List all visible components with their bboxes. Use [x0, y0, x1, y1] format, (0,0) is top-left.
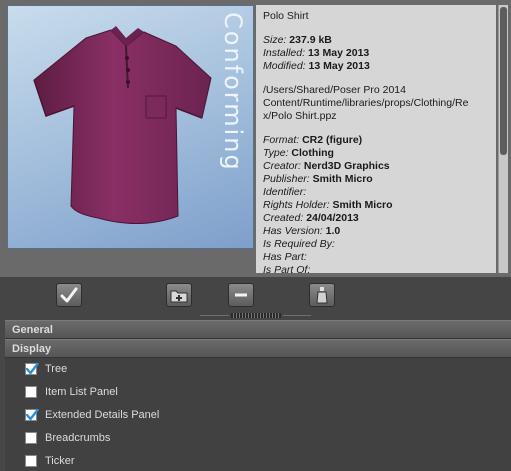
size-row: Size: 237.9 kB [263, 34, 332, 46]
part-of-row: Is Part Of: [263, 264, 311, 273]
option-label: Breadcrumbs [45, 432, 111, 444]
apply-button[interactable] [56, 283, 82, 307]
required-by-row: Is Required By: [263, 238, 335, 250]
file-path-line: /Users/Shared/Poser Pro 2014 [263, 84, 406, 96]
file-path-line: x/Polo Shirt.ppz [263, 110, 337, 122]
rights-holder-row: Rights Holder: Smith Micro [263, 199, 393, 211]
option-ticker[interactable]: Ticker [5, 450, 511, 471]
installed-row: Installed: 13 May 2013 [263, 47, 370, 59]
checkmark-icon [25, 362, 39, 375]
library-options-button[interactable] [309, 283, 335, 307]
bottle-icon [316, 287, 328, 304]
created-row: Created: 24/04/2013 [263, 212, 359, 224]
add-to-library-button[interactable] [166, 283, 192, 307]
section-general[interactable]: General [5, 320, 511, 339]
breadcrumbs-checkbox[interactable] [25, 432, 37, 444]
file-path-line: Content/Runtime/libraries/props/Clothing… [263, 97, 469, 109]
item-details: Polo Shirt Size: 237.9 kB Installed: 13 … [256, 5, 496, 273]
checkmark-icon [60, 287, 78, 303]
tree-checkbox[interactable] [25, 362, 39, 375]
publisher-row: Publisher: Smith Micro [263, 173, 373, 185]
panel-resize-grip[interactable] [200, 313, 311, 318]
thumbnail-preview: Conforming [7, 5, 254, 249]
item-list-panel-checkbox[interactable] [25, 386, 37, 398]
format-row: Format: CR2 (figure) [263, 134, 363, 146]
modified-row: Modified: 13 May 2013 [263, 60, 370, 72]
preview-category-label: Conforming [219, 12, 247, 172]
option-tree[interactable]: Tree [5, 358, 511, 381]
option-label: Tree [45, 363, 68, 375]
identifier-row: Identifier: [263, 186, 307, 198]
has-part-row: Has Part: [263, 251, 307, 263]
polo-shirt-image [33, 26, 212, 224]
item-name: Polo Shirt [263, 10, 309, 22]
details-scrollbar[interactable] [498, 5, 508, 273]
option-extended-details-panel[interactable]: Extended Details Panel [5, 404, 511, 427]
section-display[interactable]: Display [5, 339, 511, 358]
library-options-panel: General Display Tree Item List Panel Ext… [5, 320, 511, 471]
creator-row: Creator: Nerd3D Graphics [263, 160, 390, 172]
scroll-thumb[interactable] [500, 7, 507, 155]
type-row: Type: Clothing [263, 147, 334, 159]
extended-details-checkbox[interactable] [25, 408, 39, 421]
version-row: Has Version: 1.0 [263, 225, 341, 237]
checkmark-icon [25, 408, 39, 421]
details-panel: Conforming Polo Shirt Size: 237.9 kB Ins… [0, 0, 511, 277]
option-breadcrumbs[interactable]: Breadcrumbs [5, 427, 511, 450]
option-label: Item List Panel [45, 386, 118, 398]
remove-button[interactable] [228, 283, 254, 307]
option-label: Ticker [45, 455, 75, 467]
option-label: Extended Details Panel [45, 409, 160, 421]
add-to-library-icon [170, 290, 188, 303]
minus-icon [235, 293, 247, 297]
library-toolbar [0, 277, 511, 320]
ticker-checkbox[interactable] [25, 455, 37, 467]
option-item-list-panel[interactable]: Item List Panel [5, 381, 511, 404]
